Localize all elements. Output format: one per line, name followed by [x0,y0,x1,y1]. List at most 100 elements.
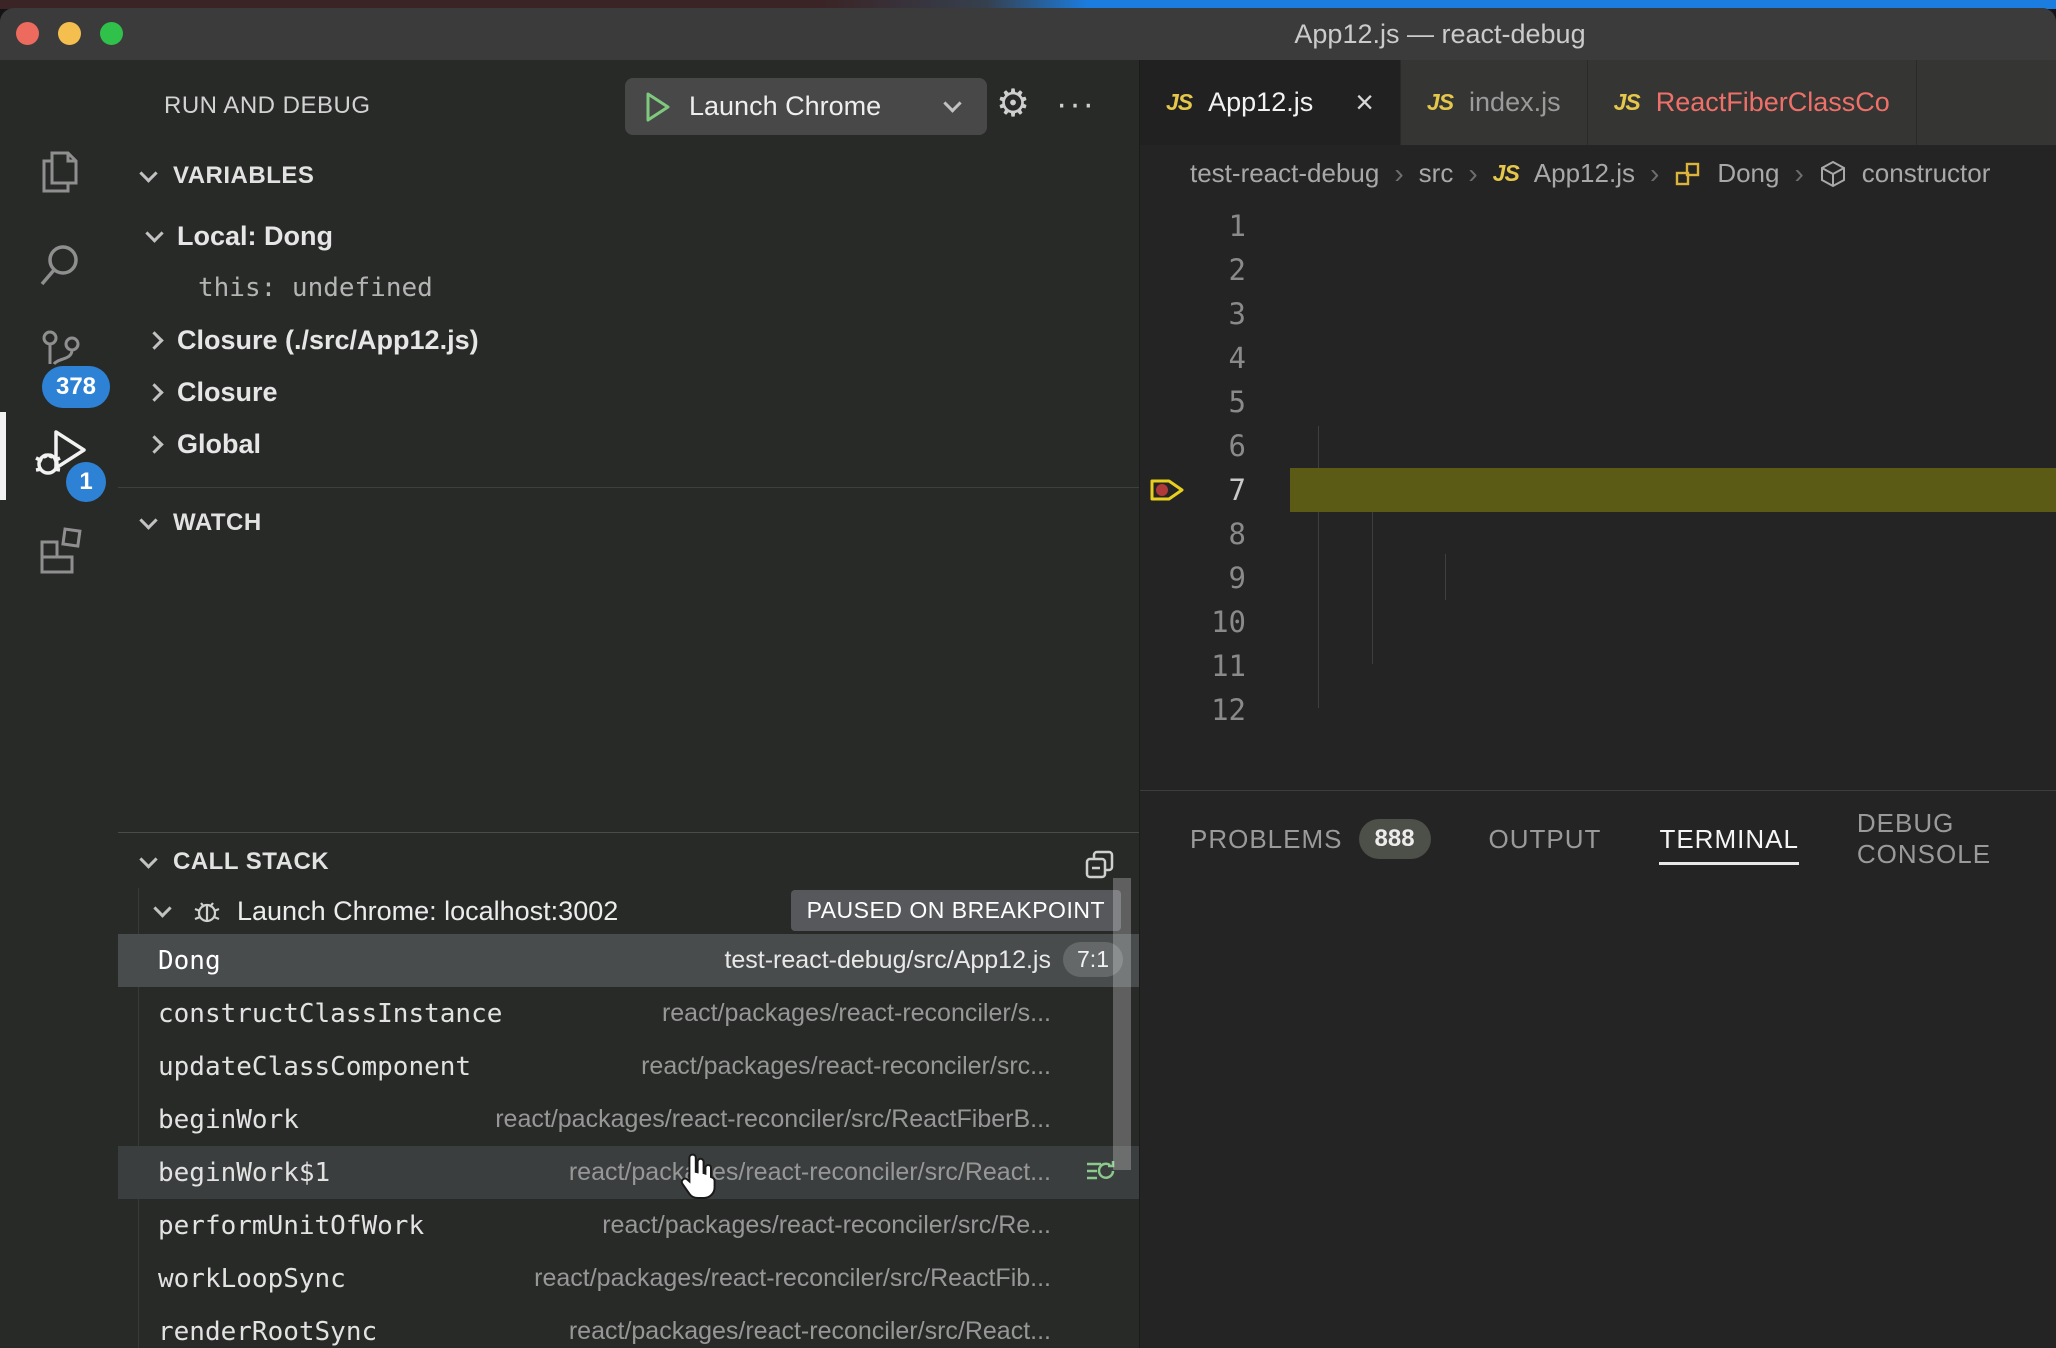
variable-label: Closure (./src/App12.js) [177,325,479,356]
stack-frame-row[interactable]: renderRootSync react/packages/react-reco… [118,1305,1139,1348]
chevron-right-icon: › [1650,158,1659,190]
stack-frame-row[interactable]: constructClassInstance react/packages/re… [118,987,1139,1040]
more-actions-icon[interactable]: ··· [1056,84,1096,124]
code-line[interactable]: 3 [1140,292,2056,336]
panel-tab[interactable]: TERMINAL [1659,791,1798,887]
variable-row[interactable]: Closure (./src/App12.js) [118,314,1139,366]
line-number[interactable]: 1 [1140,204,1246,248]
launch-config-dropdown[interactable]: Launch Chrome [625,78,987,135]
sidebar-scrollbar[interactable] [1113,878,1131,1170]
panel-tab[interactable]: PROBLEMS 888 [1190,791,1431,887]
call-stack-section-header[interactable]: CALL STACK [118,842,1139,882]
search-icon[interactable] [0,218,118,312]
line-number[interactable]: 3 [1140,292,1246,336]
terminal-line [1190,1294,2056,1329]
line-number[interactable]: 8 [1140,512,1246,556]
variable-label: Global [177,429,261,460]
code-line[interactable]: 2 [1140,248,2056,292]
line-number[interactable]: 2 [1140,248,1246,292]
code-line[interactable]: 4 [1140,336,2056,380]
code-line[interactable]: 9 [1140,556,2056,600]
call-stack-view-icon[interactable] [1083,848,1117,882]
stack-frame-row[interactable]: workLoopSync react/packages/react-reconc… [118,1252,1139,1305]
code-lines: 1 2 3 4 [1140,204,2056,732]
problems-count-badge: 888 [1359,819,1431,859]
debug-badge: 1 [66,462,106,502]
explorer-icon[interactable] [0,124,118,218]
code-line[interactable]: 10 [1140,600,2056,644]
variables-section-header[interactable]: VARIABLES [118,156,1139,196]
chevron-down-icon [139,511,157,529]
code-line[interactable]: 1 [1140,204,2056,248]
line-number[interactable]: 10 [1140,600,1246,644]
editor-tab[interactable]: JS App12.js × [1140,60,1401,145]
minimize-window-button[interactable] [58,22,81,45]
section-divider [118,487,1139,488]
tab-label: index.js [1469,87,1561,118]
code-editor[interactable]: 1 2 3 4 [1140,202,2056,790]
line-number[interactable]: 5 [1140,380,1246,424]
stack-frame-row[interactable]: Dong test-react-debug/src/App12.js 7:1 [118,934,1139,987]
line-number[interactable]: 4 [1140,336,1246,380]
terminal-line [1190,979,2056,1014]
code-line[interactable]: 11 [1140,644,2056,688]
stack-frame-row[interactable]: performUnitOfWork react/packages/react-r… [118,1199,1139,1252]
run-debug-icon[interactable]: 1 [0,406,118,500]
maximize-window-button[interactable] [100,22,123,45]
breadcrumb-symbol-method[interactable]: constructor [1862,158,1991,189]
active-view-indicator [0,412,6,500]
breadcrumb-file[interactable]: App12.js [1534,158,1635,189]
panel-tab[interactable]: OUTPUT [1489,791,1602,887]
close-icon[interactable]: × [1355,84,1374,121]
breadcrumb-folder[interactable]: src [1419,158,1454,189]
terminal-line [1190,1084,2056,1119]
code-line[interactable]: 6 [1140,424,2056,468]
variable-row[interactable]: Global [118,418,1139,470]
variable-row[interactable]: this: undefined [118,262,1139,314]
watch-section-header[interactable]: WATCH [118,503,1139,543]
gear-icon[interactable]: ⚙ [996,84,1030,124]
breadcrumb-folder[interactable]: test-react-debug [1190,158,1379,189]
code-line[interactable]: 8 [1140,512,2056,556]
panel-tabs: PROBLEMS 888 OUTPUT TERMINAL DEBUG CONSO… [1140,791,2056,887]
terminal-line [1190,1119,2056,1154]
method-symbol-icon [1819,160,1847,188]
frame-name: updateClassComponent [158,1052,471,1082]
chevron-icon [145,224,163,242]
session-label: Launch Chrome: localhost:3002 [237,896,618,927]
current-breakpoint-arrow-icon[interactable] [1148,474,1190,506]
sidebar-title: RUN AND DEBUG [164,92,371,120]
line-number[interactable]: 12 [1140,688,1246,732]
debug-session-row[interactable]: Launch Chrome: localhost:3002 PAUSED ON … [118,888,1139,934]
breadcrumb-symbol-class[interactable]: Dong [1717,158,1779,189]
editor-tab[interactable]: JS index.js × [1401,60,1588,145]
activity-bar: 378 1 [0,60,118,1348]
close-window-button[interactable] [16,22,39,45]
stack-frame-row[interactable]: beginWork react/packages/react-reconcile… [118,1093,1139,1146]
stack-frame-row[interactable]: beginWork$1 react/packages/react-reconci… [118,1146,1139,1199]
source-control-icon[interactable]: 378 [0,306,118,400]
frame-path: react/packages/react-reconciler/s... [642,999,1051,1028]
variable-row[interactable]: Closure [118,366,1139,418]
code-line[interactable]: 12 [1140,688,2056,732]
code-line[interactable]: 5 [1140,380,2056,424]
panel-tab-label: TERMINAL [1659,824,1798,855]
panel-tab[interactable]: DEBUG CONSOLE [1857,791,2056,887]
start-debug-icon[interactable] [643,90,673,124]
screen: App12.js — react-debug [0,0,2056,1348]
variables-tree: Local: Dong this: undefined Closure (./s… [118,210,1139,470]
frame-name: Dong [158,946,221,976]
js-file-icon: JS [1614,89,1640,116]
frame-path: react/packages/react-reconciler/src/Reac… [475,1105,1051,1134]
line-number[interactable]: 6 [1140,424,1246,468]
editor-tab[interactable]: JS ReactFiberClassCo × [1588,60,1917,145]
variable-row[interactable]: Local: Dong [118,210,1139,262]
line-number[interactable]: 11 [1140,644,1246,688]
terminal-line [1190,1329,2056,1348]
frame-path: react/packages/react-reconciler/src/Reac… [549,1317,1051,1346]
extensions-icon[interactable] [0,500,118,594]
line-number[interactable]: 9 [1140,556,1246,600]
tab-label: ReactFiberClassCo [1656,87,1890,118]
code-line[interactable]: 7 [1140,468,2056,512]
stack-frame-row[interactable]: updateClassComponent react/packages/reac… [118,1040,1139,1093]
